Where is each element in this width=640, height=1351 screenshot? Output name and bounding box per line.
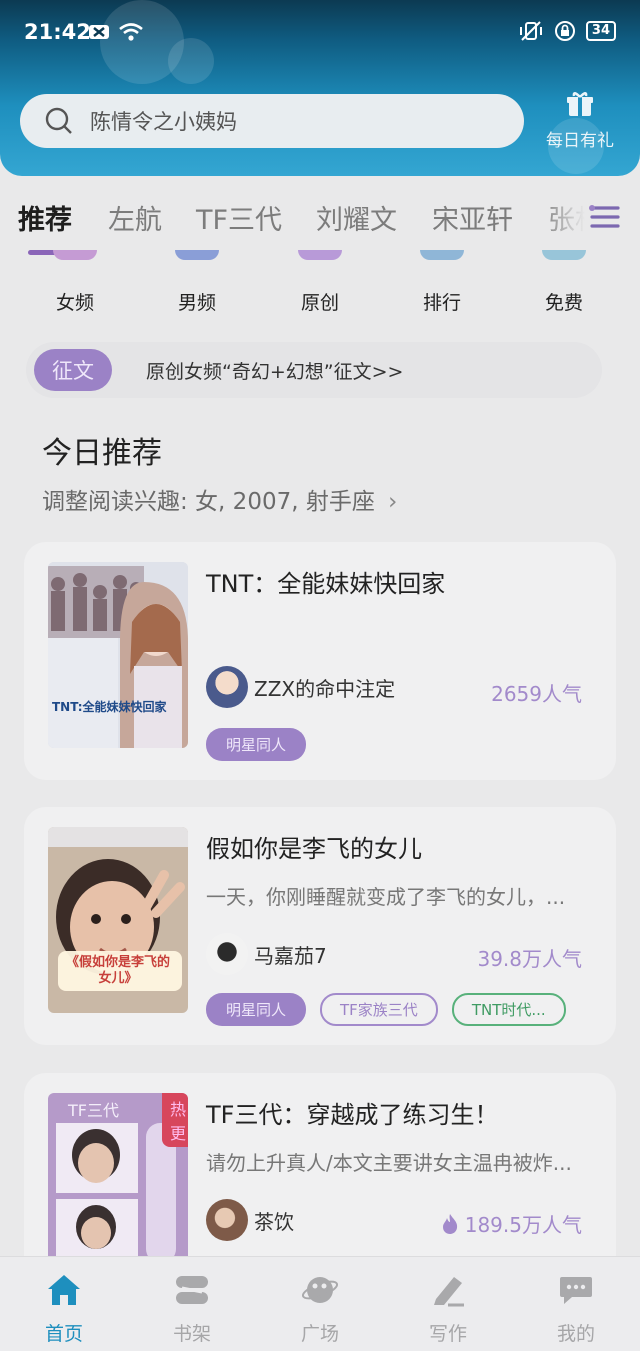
category-label: 原创 bbox=[300, 292, 339, 314]
search-bar[interactable]: 陈情令之小姨妈 bbox=[20, 94, 524, 148]
gift-label: 每日有礼 bbox=[546, 131, 614, 151]
search-placeholder: 陈情令之小姨妈 bbox=[90, 110, 237, 134]
category-female[interactable]: 女频 bbox=[30, 250, 120, 315]
author-avatar bbox=[206, 1199, 248, 1241]
tab-liu-yaowen[interactable]: 刘耀文 bbox=[316, 198, 397, 237]
cover-title: 《假如你是李飞的女儿》 bbox=[65, 955, 170, 986]
nav-plaza[interactable]: 广场 bbox=[270, 1271, 370, 1346]
category-label: 女频 bbox=[55, 292, 94, 314]
pen-icon bbox=[434, 1277, 464, 1307]
tag[interactable]: TNT时代... bbox=[451, 993, 566, 1026]
ranking-icon bbox=[420, 250, 464, 260]
book-card[interactable]: 《假如你是李飞的女儿》 假如你是李飞的女儿 一天，你刚睡醒就变成了李飞的女儿，.… bbox=[24, 807, 616, 1045]
tab-tf-third-gen[interactable]: TF三代 bbox=[196, 198, 282, 237]
book-title: TNT：全能妹妹快回家 bbox=[206, 570, 446, 598]
nav-label: 写作 bbox=[428, 1323, 467, 1345]
author-name: 茶饮 bbox=[254, 1209, 294, 1234]
popularity: 2659人气 bbox=[491, 678, 582, 707]
tab-song-yaxuan[interactable]: 宋亚轩 bbox=[432, 198, 513, 237]
tag[interactable]: 明星同人 bbox=[206, 993, 307, 1026]
category-shortcuts: 女频 男频 原创 排行 免费 bbox=[0, 250, 640, 330]
female-icon bbox=[53, 250, 97, 260]
free-icon bbox=[542, 250, 586, 260]
book-description: 请勿上升真人/本文主要讲女主温冉被炸... bbox=[206, 1151, 572, 1175]
section-title: 今日推荐 bbox=[42, 436, 162, 471]
book-card[interactable]: TNT:全能妹妹快回家 TNT：全能妹妹快回家 ZZX的命中注定 2659人气 … bbox=[24, 542, 616, 780]
gift-icon bbox=[567, 92, 593, 116]
author-avatar bbox=[206, 666, 248, 708]
reading-interest-link[interactable]: 调整阅读兴趣: 女, 2007, 射手座 › bbox=[42, 482, 397, 516]
book-author: ZZX的命中注定 bbox=[206, 666, 395, 708]
tag-list: 明星同人 bbox=[206, 728, 307, 761]
notification-icon bbox=[89, 25, 109, 39]
book-title: 假如你是李飞的女儿 bbox=[206, 835, 422, 863]
status-bar: 21:42 34 bbox=[0, 0, 640, 64]
lock-rotation-icon bbox=[554, 21, 575, 41]
cover-title: TNT:全能妹妹快回家 bbox=[52, 700, 167, 714]
flame-icon bbox=[442, 1213, 457, 1234]
nav-label: 书架 bbox=[172, 1323, 211, 1345]
book-cover: TF三代 热更 bbox=[48, 1093, 188, 1279]
book-title: TF三代：穿越成了练习生！ bbox=[206, 1101, 499, 1129]
planet-icon bbox=[302, 1277, 338, 1303]
popularity-value: 39.8万人气 bbox=[477, 947, 582, 971]
category-label: 免费 bbox=[544, 292, 583, 314]
chevron-right-icon: › bbox=[388, 489, 398, 515]
popularity-value: 189.5万人气 bbox=[464, 1213, 582, 1237]
search-icon bbox=[45, 107, 72, 134]
author-name: 马嘉茄7 bbox=[254, 943, 327, 968]
tab-zuohang[interactable]: 左航 bbox=[108, 198, 162, 237]
nav-label: 广场 bbox=[300, 1323, 339, 1345]
contest-notice[interactable]: 征文 原创女频“奇幻+幻想”征文>> bbox=[26, 342, 602, 398]
tag-list: 明星同人 TF家族三代 TNT时代... bbox=[206, 993, 566, 1026]
bookshelf-icon bbox=[176, 1276, 208, 1304]
category-label: 男频 bbox=[177, 292, 216, 314]
nav-label: 首页 bbox=[44, 1323, 83, 1345]
category-original[interactable]: 原创 bbox=[275, 250, 365, 315]
bottom-navigation: 首页 书架 广场 写作 我的 bbox=[0, 1256, 640, 1351]
category-ranking[interactable]: 排行 bbox=[397, 250, 487, 315]
nav-write[interactable]: 写作 bbox=[398, 1271, 498, 1346]
nav-home[interactable]: 首页 bbox=[14, 1271, 114, 1346]
home-icon bbox=[48, 1275, 80, 1305]
tab-menu-icon[interactable] bbox=[588, 200, 622, 234]
status-time: 21:42 bbox=[24, 20, 91, 44]
contest-text: 原创女频“奇幻+幻想”征文>> bbox=[146, 360, 404, 383]
popularity: 39.8万人气 bbox=[477, 943, 582, 972]
nav-bookshelf[interactable]: 书架 bbox=[142, 1271, 242, 1346]
category-label: 排行 bbox=[422, 292, 461, 314]
book-author: 马嘉茄7 bbox=[206, 933, 327, 975]
header-banner: 21:42 34 陈情令之小姨妈 每日有礼 bbox=[0, 0, 640, 176]
wifi-icon bbox=[119, 23, 143, 41]
category-tabs: 推荐 左航 TF三代 刘耀文 宋亚轩 张机 bbox=[0, 186, 640, 255]
tab-recommend[interactable]: 推荐 bbox=[18, 198, 72, 237]
popularity: 189.5万人气 bbox=[441, 1209, 582, 1238]
category-male[interactable]: 男频 bbox=[152, 250, 242, 315]
category-free[interactable]: 免费 bbox=[519, 250, 609, 315]
hot-update-badge: 热更 bbox=[162, 1093, 188, 1147]
author-avatar bbox=[206, 933, 248, 975]
daily-gift-button[interactable]: 每日有礼 bbox=[540, 90, 620, 151]
contest-badge: 征文 bbox=[34, 349, 112, 391]
book-author: 茶饮 bbox=[206, 1199, 294, 1241]
book-description: 一天，你刚睡醒就变成了李飞的女儿，... bbox=[206, 885, 566, 909]
original-icon bbox=[298, 250, 342, 260]
battery-indicator: 34 bbox=[585, 21, 616, 41]
book-cover: TNT:全能妹妹快回家 bbox=[48, 562, 188, 748]
popularity-value: 2659人气 bbox=[491, 682, 582, 706]
vibrate-icon bbox=[519, 21, 542, 41]
book-cover: 《假如你是李飞的女儿》 bbox=[48, 827, 188, 1013]
tag[interactable]: TF家族三代 bbox=[320, 993, 438, 1026]
chat-icon bbox=[560, 1277, 592, 1304]
cover-title: TF三代 bbox=[68, 1101, 119, 1120]
tag[interactable]: 明星同人 bbox=[206, 728, 307, 761]
reading-interest-text: 调整阅读兴趣: 女, 2007, 射手座 bbox=[42, 489, 375, 515]
nav-mine[interactable]: 我的 bbox=[526, 1271, 626, 1346]
nav-label: 我的 bbox=[556, 1323, 595, 1345]
male-icon bbox=[175, 250, 219, 260]
author-name: ZZX的命中注定 bbox=[254, 676, 396, 701]
